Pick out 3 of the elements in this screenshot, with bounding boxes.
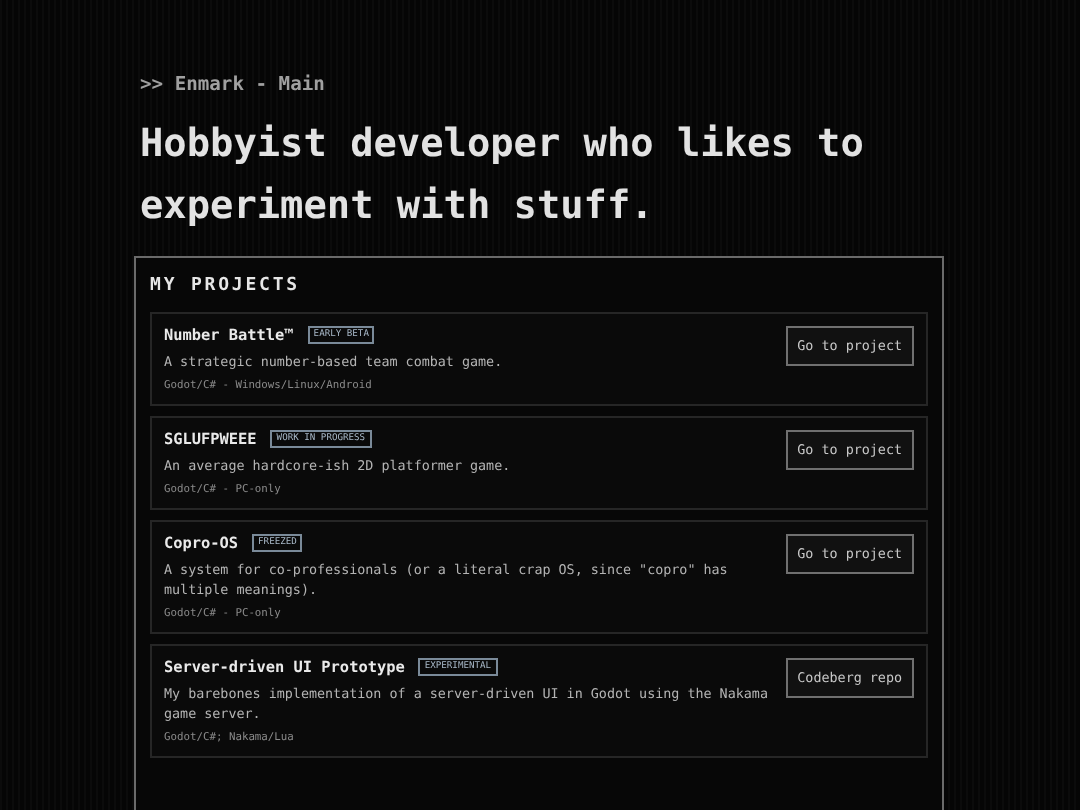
- breadcrumb: >> Enmark - Main: [140, 72, 327, 100]
- panel-title: MY PROJECTS: [150, 276, 303, 296]
- headline: Hobbyist developer who likes to experiment with stuff.: [140, 118, 866, 232]
